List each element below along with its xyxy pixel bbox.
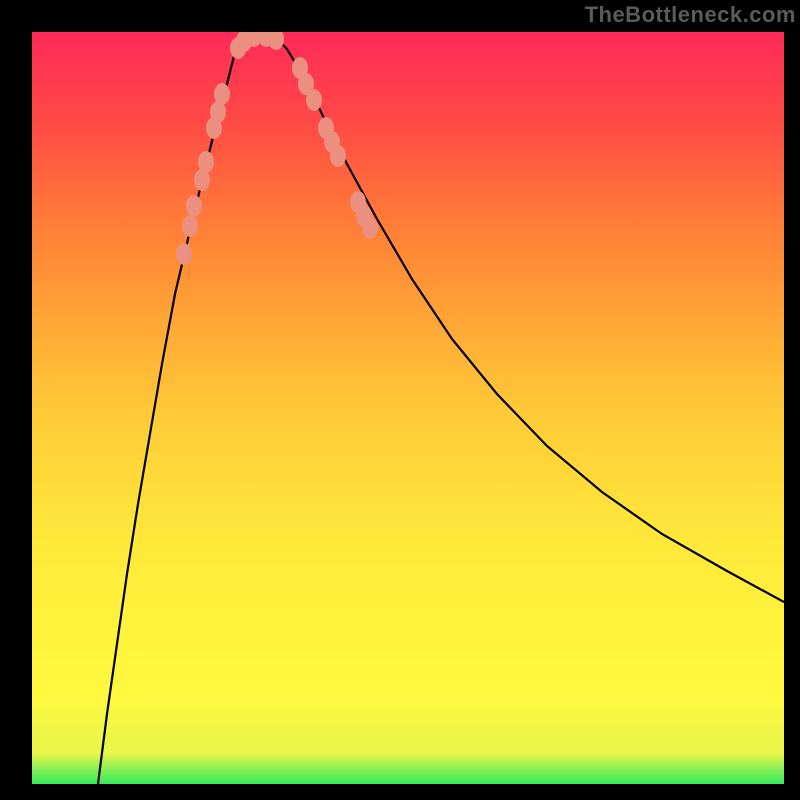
marker-group (176, 32, 378, 265)
marker-dot (214, 83, 230, 105)
marker-dot (186, 195, 202, 217)
marker-dot (176, 243, 192, 265)
marker-dot (330, 145, 346, 167)
plot-area (32, 32, 784, 784)
marker-dot (198, 151, 214, 173)
marker-dot (182, 215, 198, 237)
bottleneck-curve (98, 36, 784, 784)
watermark-text: TheBottleneck.com (585, 2, 796, 28)
curve-group (98, 36, 784, 784)
marker-dot (306, 89, 322, 111)
marker-dot (268, 32, 284, 50)
marker-dot (362, 217, 378, 239)
chart-svg (32, 32, 784, 784)
chart-frame: TheBottleneck.com (0, 0, 800, 800)
